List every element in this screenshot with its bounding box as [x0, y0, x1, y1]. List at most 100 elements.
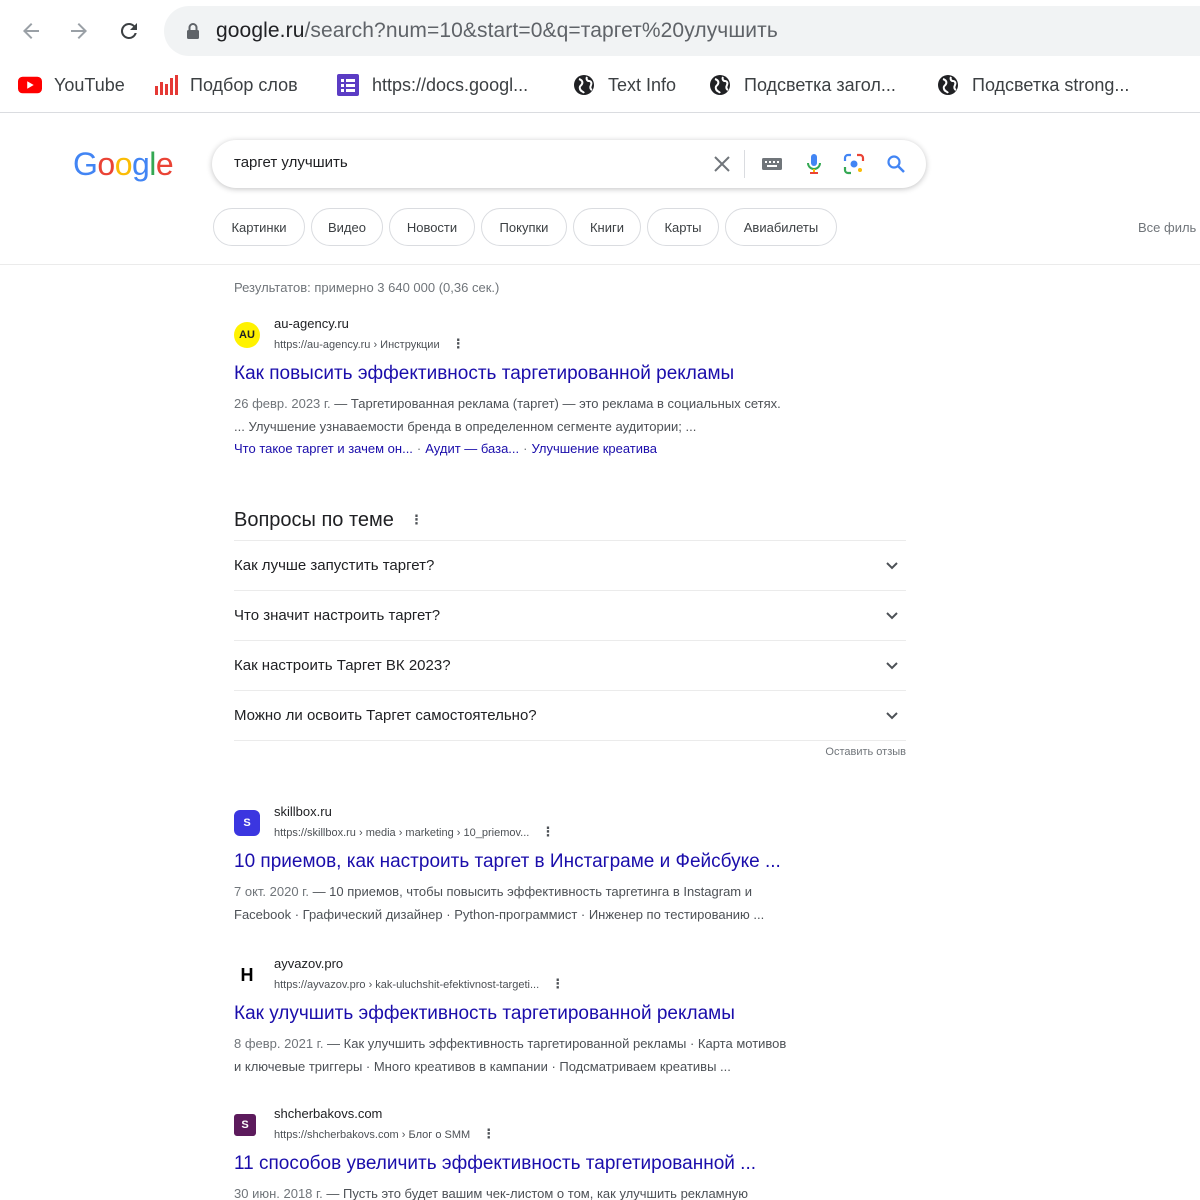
- back-button[interactable]: [16, 16, 46, 46]
- sitelink[interactable]: Что такое таргет и зачем он...: [234, 441, 413, 456]
- bookmark-podsvetka-zagol[interactable]: Подсветка загол...: [708, 68, 896, 102]
- microphone-icon: [807, 154, 821, 174]
- result-site-row[interactable]: AU au-agency.ru https://au-agency.ru › И…: [234, 316, 874, 354]
- docs-icon: [336, 73, 360, 97]
- result-snippet: 7 окт. 2020 г. — 10 приемов, чтобы повыс…: [234, 880, 854, 926]
- snippet-text: Facebook · Графический дизайнер · Python…: [234, 907, 765, 922]
- site-name: au-agency.ru: [274, 316, 349, 331]
- search-separator: [744, 150, 745, 178]
- breadcrumb-text: https://au-agency.ru › Инструкции: [274, 339, 440, 351]
- more-options-icon[interactable]: ⋮: [482, 1126, 495, 1142]
- question-text: Как настроить Таргет ВК 2023?: [234, 657, 451, 674]
- related-questions-title: Вопросы по теме: [234, 508, 394, 531]
- youtube-icon: [18, 73, 42, 97]
- tab-shopping[interactable]: Покупки: [481, 208, 567, 246]
- site-breadcrumb: https://skillbox.ru › media › marketing …: [274, 824, 554, 840]
- question-item[interactable]: Можно ли освоить Таргет самостоятельно?: [234, 690, 906, 740]
- lens-search-button[interactable]: [842, 152, 866, 176]
- more-options-icon[interactable]: ⋮: [541, 824, 554, 840]
- site-name: shcherbakovs.com: [274, 1106, 383, 1121]
- more-options-icon[interactable]: ⋮: [410, 512, 423, 528]
- result-sitelinks: Что такое таргет и зачем он... · Аудит — б…: [234, 438, 874, 460]
- result-title-link[interactable]: Как повысить эффективность таргетированн…: [234, 362, 874, 386]
- question-item[interactable]: Как настроить Таргет ВК 2023?: [234, 640, 906, 690]
- header-divider: [0, 264, 1200, 265]
- logo-letter: e: [155, 146, 174, 182]
- search-input[interactable]: [234, 154, 674, 171]
- lock-icon[interactable]: [184, 22, 202, 40]
- breadcrumb-text: https://shcherbakovs.com › Блог о SMM: [274, 1129, 471, 1141]
- result-site-row[interactable]: H ayvazov.pro https://ayvazov.pro › kak-…: [234, 956, 874, 994]
- skillbox-favicon-icon: S: [234, 810, 260, 836]
- arrow-left-icon: [23, 23, 39, 39]
- google-logo[interactable]: Google: [73, 146, 174, 183]
- chevron-down-icon: [886, 662, 898, 670]
- result-site-row[interactable]: S shcherbakovs.com https://shcherbakovs.…: [234, 1106, 874, 1144]
- reload-button[interactable]: [114, 16, 144, 46]
- sitelink[interactable]: Улучшение креатива: [532, 441, 658, 456]
- bookmark-label: https://docs.googl...: [372, 74, 529, 95]
- chevron-down-icon: [886, 562, 898, 570]
- breadcrumb-text: https://skillbox.ru › media › marketing …: [274, 827, 530, 839]
- result-title-link[interactable]: 11 способов увеличить эффективность тарг…: [234, 1152, 874, 1176]
- sitelink[interactable]: Аудит — база...: [425, 441, 519, 456]
- site-breadcrumb: https://ayvazov.pro › kak-uluchshit-efek…: [274, 976, 564, 992]
- chevron-down-icon: [886, 612, 898, 620]
- question-item[interactable]: Как лучше запустить таргет?: [234, 540, 906, 590]
- result-title-link[interactable]: Как улучшить эффективность таргетированн…: [234, 1002, 874, 1026]
- all-filters-button[interactable]: Все филь: [1138, 220, 1196, 235]
- more-options-icon[interactable]: ⋮: [551, 976, 564, 992]
- globe-icon: [708, 73, 732, 97]
- question-item[interactable]: Что значит настроить таргет?: [234, 590, 906, 640]
- question-text: Как лучше запустить таргет?: [234, 557, 435, 574]
- bookmark-youtube[interactable]: YouTube: [18, 68, 125, 102]
- bookmark-label: Подсветка strong...: [972, 74, 1130, 95]
- logo-letter: g: [131, 146, 150, 182]
- bar-chart-icon: [154, 73, 178, 97]
- question-text: Что значит настроить таргет?: [234, 607, 441, 624]
- logo-letter: o: [97, 146, 115, 182]
- bookmark-podsvetka-strong[interactable]: Подсветка strong...: [936, 68, 1129, 102]
- result-title-link[interactable]: 10 приемов, как настроить таргет в Инста…: [234, 850, 874, 874]
- result-site-row[interactable]: S skillbox.ru https://skillbox.ru › medi…: [234, 804, 874, 842]
- more-options-icon[interactable]: ⋮: [452, 336, 465, 352]
- tab-books[interactable]: Книги: [573, 208, 641, 246]
- keyboard-icon: [762, 158, 782, 170]
- result-snippet: 30 июн. 2018 г. — Пусть это будет вашим …: [234, 1182, 854, 1200]
- result-date: 30 июн. 2018 г.: [234, 1186, 323, 1200]
- address-bar[interactable]: google.ru/search?num=10&start=0&q=таргет…: [164, 6, 1200, 56]
- logo-letter: l: [149, 146, 156, 182]
- chevron-down-icon: [886, 712, 898, 720]
- feedback-link[interactable]: Оставить отзыв: [825, 746, 906, 758]
- snippet-text: и ключевые триггеры · Много креативов в …: [234, 1059, 731, 1074]
- bookmark-text-info[interactable]: Text Info: [572, 68, 676, 102]
- tab-images[interactable]: Картинки: [213, 208, 305, 246]
- globe-icon: [572, 73, 596, 97]
- shcherbakovs-favicon-icon: S: [234, 1114, 256, 1136]
- logo-letter: G: [73, 146, 98, 182]
- clear-button[interactable]: [710, 152, 734, 176]
- url-text: google.ru/search?num=10&start=0&q=таргет…: [216, 19, 778, 42]
- keyboard-button[interactable]: [760, 152, 784, 176]
- separator-dot: ·: [416, 441, 422, 456]
- forward-button[interactable]: [64, 16, 94, 46]
- result-stats: Результатов: примерно 3 640 000 (0,36 се…: [234, 280, 500, 295]
- result-date: 26 февр. 2023 г.: [234, 396, 331, 411]
- tab-news[interactable]: Новости: [389, 208, 475, 246]
- camera-lens-icon: [843, 153, 865, 175]
- search-result: S shcherbakovs.com https://shcherbakovs.…: [234, 1106, 874, 1200]
- tab-video[interactable]: Видео: [311, 208, 383, 246]
- snippet-text: ... Улучшение узнаваемости бренда в опре…: [234, 419, 697, 434]
- result-snippet: 26 февр. 2023 г. — Таргетированная рекла…: [234, 392, 854, 438]
- toolbar-divider: [0, 112, 1200, 113]
- globe-icon: [936, 73, 960, 97]
- ayvazov-favicon-icon: H: [234, 962, 260, 988]
- bookmark-podbor-slov[interactable]: Подбор слов: [154, 68, 298, 102]
- bookmark-docs[interactable]: https://docs.googl...: [336, 68, 528, 102]
- tab-maps[interactable]: Карты: [647, 208, 719, 246]
- bookmarks-bar: YouTube Подбор слов https://docs.googl..…: [0, 62, 1200, 108]
- search-button[interactable]: [884, 152, 908, 176]
- tab-flights[interactable]: Авиабилеты: [725, 208, 837, 246]
- browser-toolbar: google.ru/search?num=10&start=0&q=таргет…: [0, 0, 1200, 62]
- voice-search-button[interactable]: [802, 152, 826, 176]
